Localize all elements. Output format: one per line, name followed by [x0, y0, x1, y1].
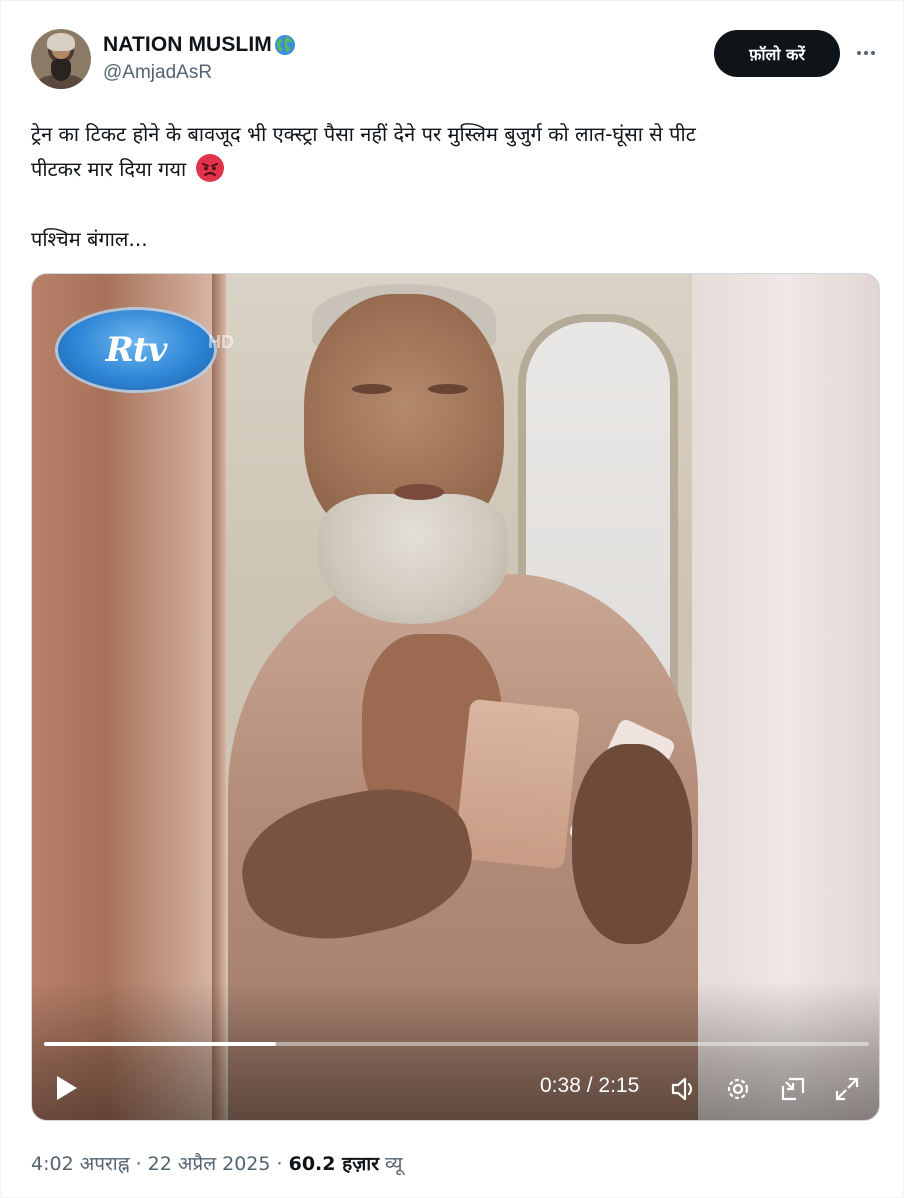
tweet-meta: 4:02 अपराह्न · 22 अप्रैल 2025 · 60.2 हज़…	[31, 1150, 403, 1176]
avatar-beard	[51, 59, 71, 81]
scene-eye-right	[428, 384, 468, 394]
video-progress-fill	[44, 1042, 276, 1046]
duration: 2:15	[598, 1074, 640, 1097]
tweet-text-line-2-text: पीटकर मार दिया गया	[31, 157, 187, 181]
meta-separator-2: ·	[270, 1153, 289, 1175]
author-handle[interactable]: @AmjadAsR	[103, 62, 212, 84]
views-label: व्यू	[385, 1153, 403, 1175]
author-name-text[interactable]: NATION MUSLIM	[103, 33, 272, 57]
scene-banknotes	[453, 698, 581, 870]
current-time: 0:38	[540, 1074, 581, 1097]
views-count: 60.2 हज़ार	[288, 1153, 379, 1175]
scene-mouth	[394, 484, 444, 500]
settings-icon[interactable]	[723, 1074, 753, 1104]
angry-face-icon	[195, 154, 224, 182]
globe-icon	[274, 35, 295, 55]
video-player[interactable]: Rtv HD 0:38 / 2:15	[31, 273, 880, 1121]
meta-separator: ·	[129, 1153, 148, 1175]
tweet-card: NATION MUSLIM @AmjadAsR फ़ॉलो करें ट्रेन…	[0, 0, 904, 1198]
tweet-text-line-3: पश्चिम बंगाल...	[31, 227, 148, 251]
channel-logo: Rtv	[58, 310, 214, 390]
time-separator: /	[580, 1074, 599, 1097]
channel-hd-mark: HD	[208, 332, 234, 352]
tweet-time[interactable]: 4:02 अपराह्न	[31, 1153, 130, 1175]
channel-logo-text: Rtv	[105, 330, 168, 370]
tweet-text-line-1: ट्रेन का टिकट होने के बावजूद भी एक्स्ट्र…	[31, 122, 696, 146]
minimize-icon[interactable]	[778, 1074, 808, 1104]
tweet-text: ट्रेन का टिकट होने के बावजूद भी एक्स्ट्र…	[31, 117, 861, 257]
author-display-name[interactable]: NATION MUSLIM	[103, 33, 297, 57]
avatar-turban	[47, 33, 75, 51]
video-progress-bar[interactable]	[44, 1042, 869, 1046]
tweet-date[interactable]: 22 अप्रैल 2025	[148, 1153, 271, 1175]
fullscreen-icon[interactable]	[832, 1074, 862, 1104]
scene-beard	[318, 494, 508, 624]
video-time-display: 0:38 / 2:15	[540, 1074, 639, 1098]
scene-hand-right	[572, 744, 692, 944]
scene-eye-left	[352, 384, 392, 394]
author-avatar[interactable]	[31, 29, 91, 89]
tweet-text-line-2: पीटकर मार दिया गया	[31, 152, 861, 187]
follow-button[interactable]: फ़ॉलो करें	[714, 30, 840, 77]
volume-icon[interactable]	[669, 1074, 699, 1104]
play-icon[interactable]	[50, 1072, 82, 1104]
more-horizontal-icon[interactable]	[849, 37, 883, 69]
